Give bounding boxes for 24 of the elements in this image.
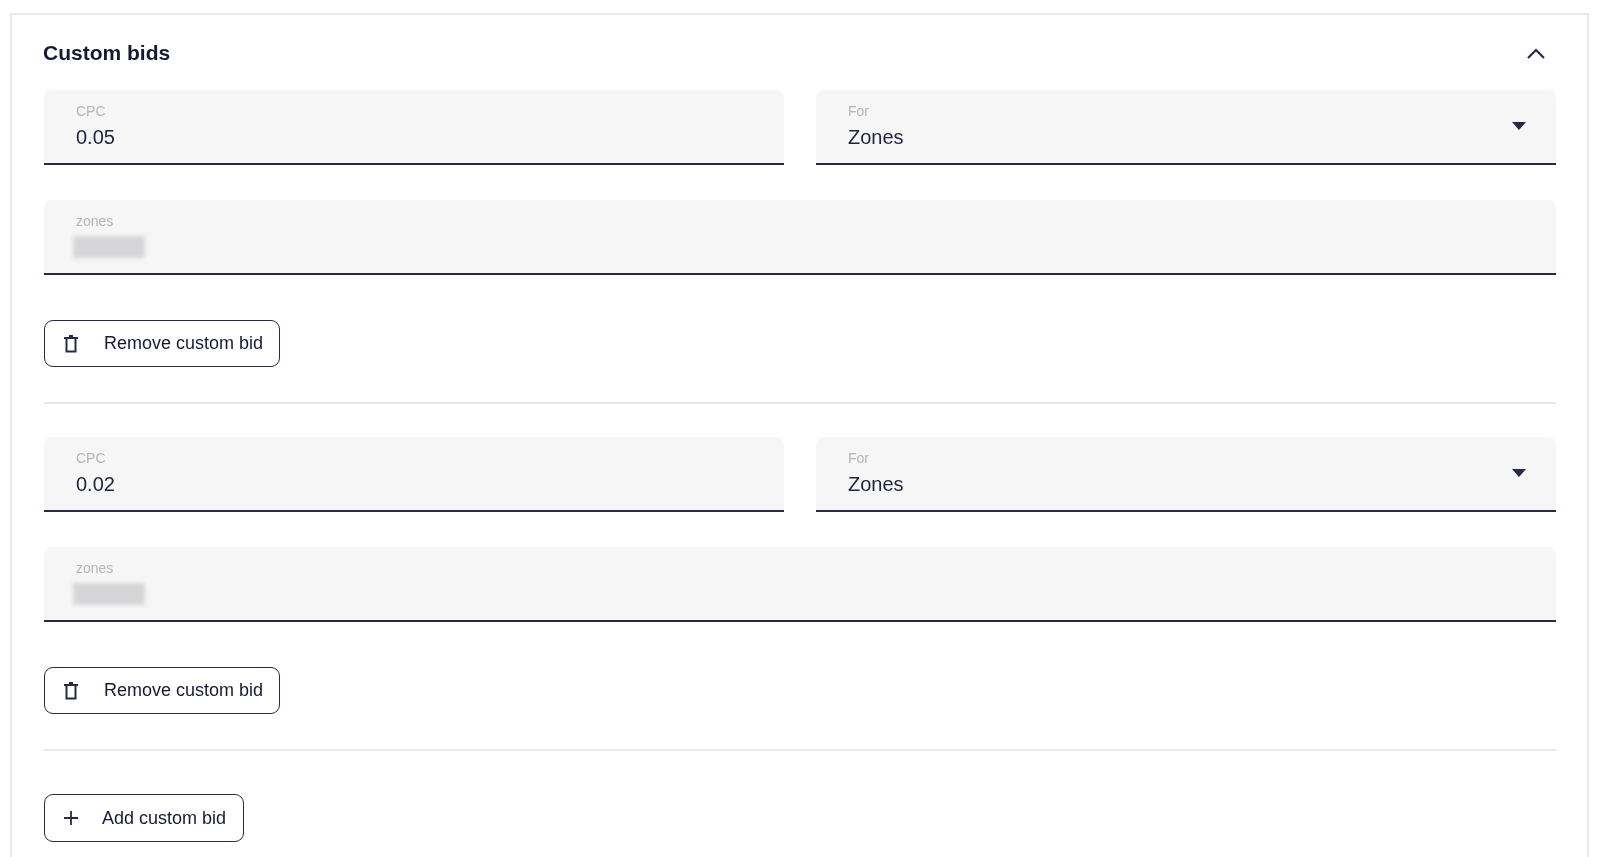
section-title: Custom bids — [43, 40, 171, 67]
field-label: For — [848, 449, 870, 467]
field-value: 0.05 — [76, 125, 115, 150]
add-button[interactable]: Add custom bid — [44, 794, 244, 842]
field-label: CPC — [76, 102, 107, 120]
plus-icon — [64, 811, 78, 825]
input-field[interactable]: CPC 0.02 — [44, 437, 784, 512]
field-label: zones — [76, 559, 115, 577]
dropdown-arrow-icon — [1512, 122, 1526, 130]
field-label: zones — [76, 212, 115, 230]
input-field[interactable]: CPC 0.05 — [44, 90, 784, 165]
select-field[interactable]: For Zones — [816, 90, 1556, 165]
chevron-up-icon — [1527, 47, 1545, 59]
field-value: Zones — [848, 472, 904, 497]
select-field[interactable]: For Zones — [816, 437, 1556, 512]
field-value: 0.02 — [76, 472, 115, 497]
trash-icon — [64, 681, 78, 700]
field-label: For — [848, 102, 870, 120]
field-label: CPC — [76, 449, 107, 467]
remove-button[interactable]: Remove custom bid — [44, 667, 280, 714]
dropdown-arrow-icon — [1512, 469, 1526, 477]
trash-icon — [64, 334, 78, 353]
field-value: Zones — [848, 125, 904, 150]
remove-button[interactable]: Remove custom bid — [44, 320, 280, 367]
